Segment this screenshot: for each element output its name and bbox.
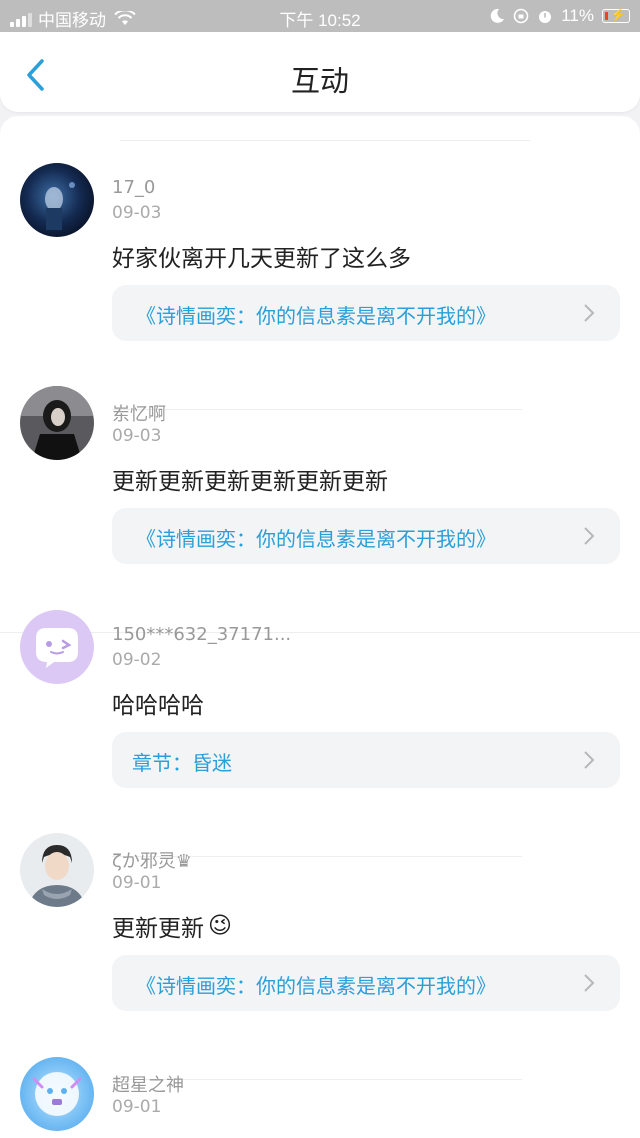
comment-text-body: 好家伙离开几天更新了这么多 — [112, 246, 411, 272]
username[interactable]: 岽忆啊 — [112, 400, 166, 426]
comment-text: 更新更新 😉 — [112, 909, 232, 943]
comment-date: 09-03 — [112, 426, 162, 446]
chevron-right-icon — [584, 974, 595, 992]
comment-text-body: 哈哈哈哈 — [112, 693, 204, 719]
comment-text-body: 更新更新 — [112, 916, 204, 942]
comment-text: 更新更新更新更新更新更新 — [112, 462, 388, 496]
avatar[interactable] — [20, 1057, 94, 1131]
avatar[interactable] — [20, 610, 94, 684]
comment-date: 09-01 — [112, 873, 162, 893]
nav-bar: 互动 — [0, 32, 640, 112]
username[interactable]: ζか邪灵♛ — [112, 847, 192, 873]
comment-text-body: 更新更新更新更新更新更新 — [112, 469, 388, 495]
chapter-link-title: 章节：昏迷 — [132, 751, 232, 775]
divider — [120, 140, 530, 141]
avatar[interactable] — [20, 386, 94, 460]
avatar[interactable] — [20, 833, 94, 907]
chevron-right-icon — [584, 304, 595, 322]
status-bar: 中国移动 下午 10:52 11% ⚡ — [0, 0, 640, 32]
chevron-right-icon — [584, 527, 595, 545]
comment-date: 09-02 — [112, 650, 162, 670]
username[interactable]: 150***632_37171... — [112, 624, 291, 645]
status-right: 11% ⚡ — [489, 6, 630, 26]
battery-icon: ⚡ — [602, 7, 630, 23]
comment-text: 好家伙离开几天更新了这么多 — [112, 239, 411, 273]
book-link-title: 《诗情画奕：你的信息素是离不开我的》 — [136, 527, 496, 551]
chevron-right-icon — [584, 751, 595, 769]
book-link-card[interactable]: 《诗情画奕：你的信息素是离不开我的》 — [112, 285, 620, 341]
book-link-title: 《诗情画奕：你的信息素是离不开我的》 — [136, 974, 496, 998]
comment-date: 09-03 — [112, 203, 162, 223]
avatar[interactable] — [20, 163, 94, 237]
comment-list[interactable]: 17_0 09-03 好家伙离开几天更新了这么多 《诗情画奕：你的信息素是离不开… — [0, 116, 640, 1138]
battery-percent: 11% — [561, 6, 594, 25]
chapter-link-card[interactable]: 章节：昏迷 — [112, 732, 620, 788]
moon-icon — [490, 8, 505, 23]
wink-emoji-icon: 😉 — [208, 913, 232, 939]
page-title: 互动 — [290, 64, 349, 98]
username[interactable]: 17_0 — [112, 177, 155, 198]
alarm-icon — [539, 11, 552, 23]
comment-date: 09-01 — [112, 1097, 162, 1117]
divider — [0, 632, 640, 633]
username[interactable]: 超星之神 — [112, 1071, 184, 1097]
divider — [112, 409, 522, 410]
comment-text: 哈哈哈哈 — [112, 686, 204, 720]
book-link-card[interactable]: 《诗情画奕：你的信息素是离不开我的》 — [112, 955, 620, 1011]
book-link-card[interactable]: 《诗情画奕：你的信息素是离不开我的》 — [112, 508, 620, 564]
orientation-lock-icon — [513, 8, 529, 24]
book-link-title: 《诗情画奕：你的信息素是离不开我的》 — [136, 304, 496, 328]
